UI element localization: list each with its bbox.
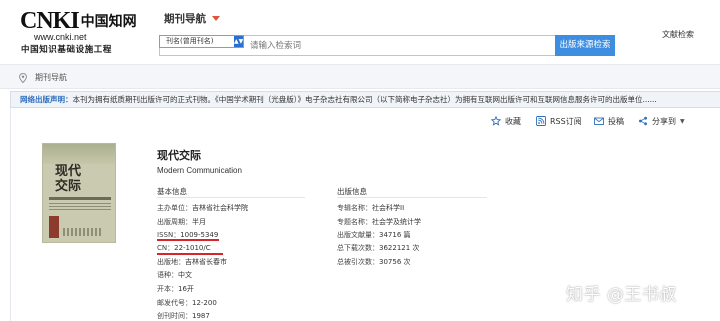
info-label: 邮发代号： <box>157 299 192 307</box>
rss-icon <box>536 116 546 126</box>
info-label: 创刊时间： <box>157 312 192 320</box>
search-field-selected: 刊名(曾用刊名) <box>166 37 214 45</box>
breadcrumb-item[interactable]: 期刊导航 <box>35 72 67 83</box>
cover-red-block <box>49 216 59 238</box>
cnki-logo[interactable]: CNKI 中国知网 www.cnki.net 中国知识基础设施工程 <box>20 7 140 56</box>
literature-search-link[interactable]: 文献检索 <box>662 29 694 40</box>
favorite-button[interactable]: 收藏 <box>491 115 521 127</box>
publish-info-heading: 出版信息 <box>337 187 367 196</box>
logo-brand: CNKI <box>20 7 80 34</box>
info-row-series: 专辑名称：社会科学II <box>337 203 404 213</box>
info-value: 12-200 <box>192 299 217 307</box>
info-value: 社会科学II <box>372 204 405 212</box>
info-row-cn: CN：22-1010/C <box>157 243 211 253</box>
cover-barcode <box>63 228 103 236</box>
info-row-format: 开本：16开 <box>157 284 194 294</box>
info-value: 16开 <box>178 285 194 293</box>
share-icon <box>639 116 647 126</box>
header: CNKI 中国知网 www.cnki.net 中国知识基础设施工程 期刊导航 刊… <box>0 0 720 62</box>
info-row-downloads: 总下载次数：3622121 次 <box>337 243 419 253</box>
info-label: ISSN： <box>157 231 181 239</box>
info-label: 专题名称： <box>337 218 372 226</box>
info-row-postal-code: 邮发代号：12-200 <box>157 298 217 308</box>
publish-info-divider <box>337 197 487 198</box>
cover-title: 现代交际 <box>55 164 82 194</box>
cover-text-lines <box>49 203 111 212</box>
submit-label: 投稿 <box>608 116 624 126</box>
info-label: 出版周期： <box>157 218 192 226</box>
favorite-label: 收藏 <box>505 116 521 126</box>
search-field-select[interactable]: 刊名(曾用刊名) ▲▼ <box>159 35 244 48</box>
journal-nav-menu[interactable]: 期刊导航 <box>164 11 206 26</box>
cover-stripe <box>49 197 111 200</box>
info-row-topic: 专题名称：社会学及统计学 <box>337 217 421 227</box>
info-label: 出版地： <box>157 258 185 266</box>
publication-notice: 网络出版声明：本刊为拥有纸质期刊出版许可的正式刊物。《中国学术期刊（光盘版）》电… <box>10 91 720 108</box>
info-label: 总下载次数： <box>337 244 379 252</box>
search-input[interactable] <box>246 36 554 55</box>
issn-highlight-underline <box>157 239 219 241</box>
star-icon <box>491 116 501 126</box>
logo-url: www.cnki.net <box>34 32 87 42</box>
chevron-down-icon: ▼ <box>680 117 685 125</box>
info-row-frequency: 出版周期：半月 <box>157 217 206 227</box>
notice-label: 网络出版声明： <box>20 95 73 104</box>
journal-cover-image: 现代交际 <box>42 143 116 243</box>
cn-highlight-underline <box>157 253 223 255</box>
breadcrumb: 期刊导航 <box>0 64 720 89</box>
info-value: 1009-5349 <box>180 231 219 239</box>
info-label: CN： <box>157 244 175 252</box>
journal-title: 现代交际 <box>157 149 201 162</box>
info-value: 34716 篇 <box>379 231 411 239</box>
rss-label: RSS订阅 <box>550 116 582 126</box>
logo-brand-cn: 中国知网 <box>80 14 137 30</box>
info-label: 出版文献量： <box>337 231 379 239</box>
info-row-location: 出版地：吉林省长春市 <box>157 257 227 267</box>
info-value: 吉林省长春市 <box>185 258 227 266</box>
cover-header-band <box>43 144 115 164</box>
info-value: 半月 <box>192 218 206 226</box>
info-row-founded: 创刊时间：1987 <box>157 311 210 321</box>
location-pin-icon <box>19 73 27 83</box>
basic-info-heading: 基本信息 <box>157 187 187 196</box>
caret-down-icon[interactable] <box>212 16 220 21</box>
info-label: 开本： <box>157 285 178 293</box>
info-row-sponsor: 主办单位：吉林省社会科学院 <box>157 203 248 213</box>
notice-text: 本刊为拥有纸质期刊出版许可的正式刊物。《中国学术期刊（光盘版）》电子杂志社有限公… <box>72 95 657 104</box>
rss-subscribe-button[interactable]: RSS订阅 <box>536 115 582 127</box>
search-button[interactable]: 出版来源检索 <box>555 35 615 56</box>
info-value: 30756 次 <box>379 258 411 266</box>
logo-subtitle: 中国知识基础设施工程 <box>21 45 113 55</box>
mail-icon <box>594 117 604 125</box>
info-label: 语种： <box>157 271 178 279</box>
info-row-citations: 总被引次数：30756 次 <box>337 257 411 267</box>
select-arrow-icon[interactable]: ▲▼ <box>234 36 243 47</box>
basic-info-divider <box>157 197 305 198</box>
info-value: 22-1010/C <box>174 244 211 252</box>
info-value: 中文 <box>178 271 192 279</box>
journal-english-title: Modern Communication <box>157 166 242 175</box>
info-value: 社会学及统计学 <box>372 218 421 226</box>
info-label: 主办单位： <box>157 204 192 212</box>
info-row-language: 语种：中文 <box>157 270 192 280</box>
share-button[interactable]: 分享到 ▼ <box>638 115 685 127</box>
info-label: 专辑名称： <box>337 204 372 212</box>
info-value: 3622121 次 <box>379 244 420 252</box>
logo-mark: CNKI 中国知网 <box>20 7 137 34</box>
zhihu-watermark: 知乎 @王书叔 <box>566 285 677 305</box>
submit-manuscript-button[interactable]: 投稿 <box>594 115 624 127</box>
info-row-article-count: 出版文献量：34716 篇 <box>337 230 411 240</box>
info-label: 总被引次数： <box>337 258 379 266</box>
info-value: 吉林省社会科学院 <box>192 204 248 212</box>
info-value: 1987 <box>192 312 210 320</box>
share-label: 分享到 <box>652 116 676 126</box>
